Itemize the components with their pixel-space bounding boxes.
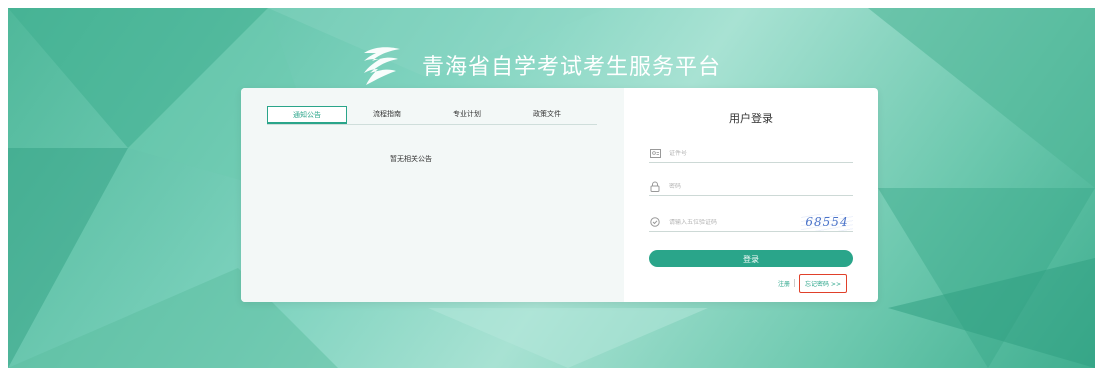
link-divider bbox=[794, 279, 796, 287]
tab-notices[interactable]: 通知公告 bbox=[267, 106, 347, 124]
empty-notice-message: 暂无相关公告 bbox=[390, 155, 432, 163]
id-number-field bbox=[649, 144, 853, 163]
site-header: 青海省自学考试考生服务平台 bbox=[358, 40, 721, 90]
background: 青海省自学考试考生服务平台 通知公告 流程指南 专业计划 政策文件 暂无相关公告… bbox=[8, 8, 1095, 368]
captcha-field: 68554 bbox=[649, 213, 853, 232]
tab-process-guide[interactable]: 流程指南 bbox=[347, 106, 427, 124]
info-tabs: 通知公告 流程指南 专业计划 政策文件 bbox=[267, 106, 597, 125]
tab-policy-documents[interactable]: 政策文件 bbox=[507, 106, 587, 124]
forgot-password-link[interactable]: 忘记密码 >> bbox=[799, 273, 847, 293]
id-number-input[interactable] bbox=[669, 149, 799, 157]
tab-major-plan[interactable]: 专业计划 bbox=[427, 106, 507, 124]
lock-icon bbox=[649, 180, 661, 192]
login-title: 用户登录 bbox=[729, 112, 773, 125]
id-card-icon bbox=[649, 147, 661, 159]
password-field bbox=[649, 177, 853, 196]
ribbon-logo-icon bbox=[364, 47, 400, 85]
login-button[interactable]: 登录 bbox=[649, 250, 853, 267]
captcha-image[interactable]: 68554 bbox=[801, 214, 853, 231]
account-links: 注册 忘记密码 >> bbox=[764, 273, 874, 293]
info-section: 通知公告 流程指南 专业计划 政策文件 暂无相关公告 bbox=[241, 88, 624, 302]
site-title: 青海省自学考试考生服务平台 bbox=[422, 55, 722, 80]
shield-check-icon bbox=[649, 216, 661, 228]
login-section: 用户登录 68554 登录 bbox=[624, 88, 878, 302]
main-panel: 通知公告 流程指南 专业计划 政策文件 暂无相关公告 用户登录 证件号 请输入五… bbox=[241, 88, 878, 302]
password-input[interactable] bbox=[669, 182, 799, 190]
captcha-input[interactable] bbox=[669, 218, 799, 226]
register-link[interactable]: 注册 bbox=[778, 279, 790, 288]
